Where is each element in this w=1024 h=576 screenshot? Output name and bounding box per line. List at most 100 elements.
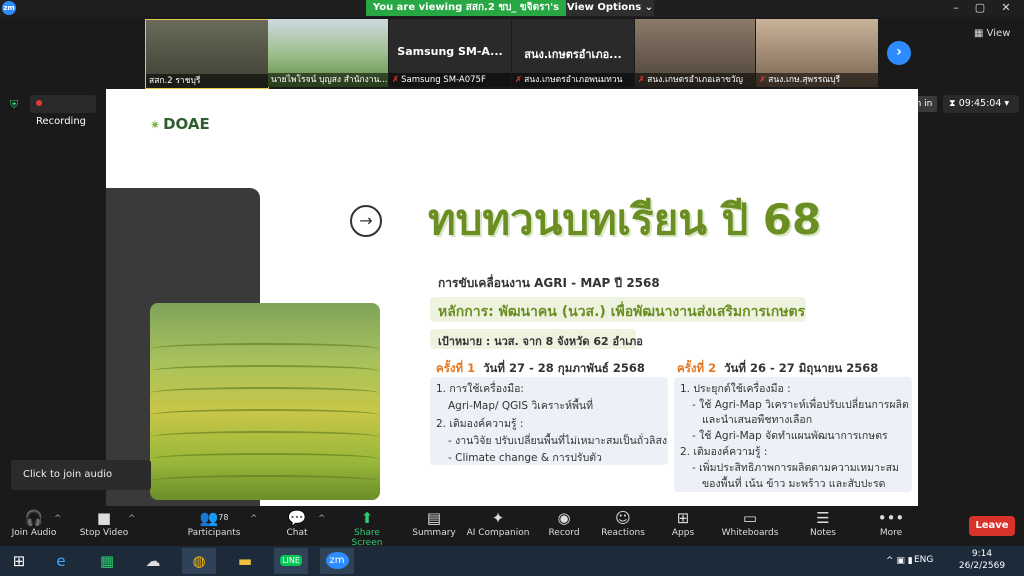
list-item: - ใช้ Agri-Map จัดทำแผนพัฒนาการเกษตร <box>692 430 888 442</box>
join-audio-label: Join Audio <box>11 528 57 538</box>
line-app-label: LINE <box>280 555 302 566</box>
shared-slide: ✷ DOAE → ทบทวนบทเรียน ปี 68 การขับเคลื่อน… <box>106 89 918 506</box>
video-thumbnail[interactable]: สนง.เกษตรอำเภอ... ✗ สนง.เกษตรอำเภอพนมทวน <box>512 19 634 87</box>
record-button[interactable]: ◉ Record <box>542 508 586 544</box>
meeting-timer: ⧗ 09:45:04 ▾ <box>943 95 1019 113</box>
thumbnail-label-text: Samsung SM-A075F <box>401 75 486 85</box>
whiteboard-icon: ▭ <box>742 509 758 527</box>
notes-label: Notes <box>810 528 836 538</box>
line-app-icon[interactable]: LINE <box>274 548 308 574</box>
video-thumbnail[interactable]: สสก.2 ราชบุรี <box>145 19 269 89</box>
participants-button[interactable]: 👥78 Participants <box>186 508 242 544</box>
thumbnail-label: ✗ สนง.เกษตรอำเภอพนมทวน <box>512 73 634 87</box>
apps-button[interactable]: ⊞ Apps <box>664 508 702 544</box>
doae-logo-text: DOAE <box>163 115 210 133</box>
cloud-icon[interactable]: ☁ <box>136 548 170 574</box>
doae-logo: ✷ DOAE <box>150 115 210 133</box>
notes-button[interactable]: ☰ Notes <box>802 508 844 544</box>
thumbnail-label: ✗ สนง.เกษตรอำเภอเลาขวัญ <box>635 73 755 87</box>
leave-button[interactable]: Leave <box>969 516 1015 536</box>
leaf-icon: ✷ <box>150 118 161 132</box>
video-thumbnail[interactable]: ✗ สนง.เกษ.สุพรรณบุรี <box>756 19 878 87</box>
viewing-banner: You are viewing สสก.2 ชบ_ ขจิตรา's scree… <box>366 0 566 29</box>
chat-button[interactable]: 💬 Chat <box>276 508 318 544</box>
file-explorer-icon[interactable]: ▬ <box>228 548 262 574</box>
headphones-icon: 🎧 <box>24 509 44 527</box>
tray-icons[interactable]: ^ ▣ ▮ <box>886 556 913 566</box>
shield-icon[interactable]: ⛨ <box>10 98 20 111</box>
view-label: View <box>986 28 1011 39</box>
slide-title: ทบทวนบทเรียน ปี 68 <box>428 195 822 244</box>
participants-icon: 👥78 <box>199 509 229 527</box>
participants-label: Participants <box>187 528 241 538</box>
thumbnail-name: Samsung SM-A... <box>397 45 503 58</box>
store-icon[interactable]: ▦ <box>90 548 124 574</box>
list-item: 2. เติมองค์ความรู้ : <box>436 418 524 430</box>
internet-explorer-icon[interactable]: e <box>44 548 78 574</box>
round1-label: ครั้งที่ 1 <box>436 361 476 375</box>
system-date: 26/2/2569 <box>958 561 1006 571</box>
mic-muted-icon: ✗ <box>515 75 523 85</box>
whiteboards-label: Whiteboards <box>721 528 779 538</box>
chevron-up-icon[interactable]: ^ <box>128 514 136 524</box>
reactions-button[interactable]: ☺ Reactions <box>598 508 648 544</box>
target-text: เป้าหมาย : นวส. จาก 8 จังหวัด 62 อำเภอ <box>438 335 643 348</box>
arrow-right-icon: → <box>350 205 382 237</box>
grid-icon: ▦ <box>974 28 984 39</box>
ai-companion-button[interactable]: ✦ AI Companion <box>466 508 530 544</box>
stop-video-button[interactable]: ■ Stop Video <box>76 508 132 544</box>
reactions-label: Reactions <box>601 528 645 538</box>
round2-title: ครั้งที่ 2 วันที่ 26 - 27 มิถุนายน 2568 <box>677 360 878 378</box>
chevron-up-icon[interactable]: ^ <box>250 514 258 524</box>
next-page-button[interactable]: › <box>887 41 911 65</box>
system-clock[interactable]: 9:14 26/2/2569 <box>952 548 1012 572</box>
chat-icon: 💬 <box>287 509 307 527</box>
chevron-down-icon: ⌄ <box>644 2 654 13</box>
maximize-button[interactable]: ▢ <box>968 0 992 16</box>
stop-video-label: Stop Video <box>79 528 129 538</box>
join-audio-tooltip[interactable]: Click to join audio <box>11 460 151 490</box>
round2-label: ครั้งที่ 2 <box>677 361 717 375</box>
video-thumbnail[interactable]: ✗ สนง.เกษตรอำเภอเลาขวัญ <box>635 19 755 87</box>
view-button[interactable]: ▦ View <box>974 26 1020 42</box>
thumbnail-name: สนง.เกษตรอำเภอ... <box>524 48 622 61</box>
minimize-button[interactable]: – <box>944 0 968 16</box>
summary-icon: ▤ <box>426 509 442 527</box>
video-camera-icon: ■ <box>96 509 112 527</box>
record-dot-icon <box>36 100 42 106</box>
ai-companion-label: AI Companion <box>466 528 530 538</box>
recording-indicator[interactable]: Recording <box>30 95 96 127</box>
share-screen-icon: ⬆ <box>360 509 374 527</box>
windows-start-icon[interactable]: ⊞ <box>2 548 36 574</box>
chevron-up-icon[interactable]: ^ <box>318 514 326 524</box>
share-screen-button[interactable]: ⬆ Share Screen <box>338 508 396 548</box>
thumbnail-label: ✗ Samsung SM-A075F <box>389 73 511 87</box>
system-time: 9:14 <box>971 549 993 559</box>
thumbnail-label: ✗ สนง.เกษ.สุพรรณบุรี <box>756 73 878 87</box>
join-audio-button[interactable]: 🎧 Join Audio <box>8 508 60 544</box>
view-options-button[interactable]: View Options ⌄ <box>566 0 654 16</box>
timer-value: 09:45:04 <box>958 98 1002 109</box>
input-language[interactable]: ENG <box>914 555 933 565</box>
rice-terrace-photo <box>150 303 380 500</box>
zoom-app-label: zm <box>325 552 349 569</box>
apps-label: Apps <box>671 528 695 538</box>
chevron-down-icon: ▾ <box>1004 98 1010 109</box>
video-thumbnail[interactable]: Samsung SM-A... ✗ Samsung SM-A075F <box>389 19 511 87</box>
chevron-up-icon[interactable]: ^ <box>54 514 62 524</box>
thumbnail-label: นายไพโรจน์ บุญสง สำนักงาน... <box>268 73 388 87</box>
video-thumbnail[interactable]: นายไพโรจน์ บุญสง สำนักงาน... <box>268 19 388 87</box>
sparkle-icon: ✦ <box>491 509 505 527</box>
summary-button[interactable]: ▤ Summary <box>410 508 458 544</box>
list-item: และนำเสนอพืชทางเลือก <box>702 414 813 426</box>
close-button[interactable]: ✕ <box>994 0 1018 16</box>
list-item: ของพื้นที่ เน้น ข้าว มะพร้าว และสับปะรด <box>702 478 886 490</box>
chrome-icon[interactable]: ◍ <box>182 548 216 574</box>
notes-icon: ☰ <box>816 509 830 527</box>
whiteboards-button[interactable]: ▭ Whiteboards <box>718 508 782 544</box>
zoom-app-icon[interactable]: zm <box>320 548 354 574</box>
slide-subtitle: การขับเคลื่อนงาน AGRI - MAP ปี 2568 <box>438 276 660 290</box>
more-button[interactable]: ••• More <box>870 508 912 544</box>
round2-date: วันที่ 26 - 27 มิถุนายน 2568 <box>724 361 879 375</box>
record-label: Record <box>548 528 580 538</box>
